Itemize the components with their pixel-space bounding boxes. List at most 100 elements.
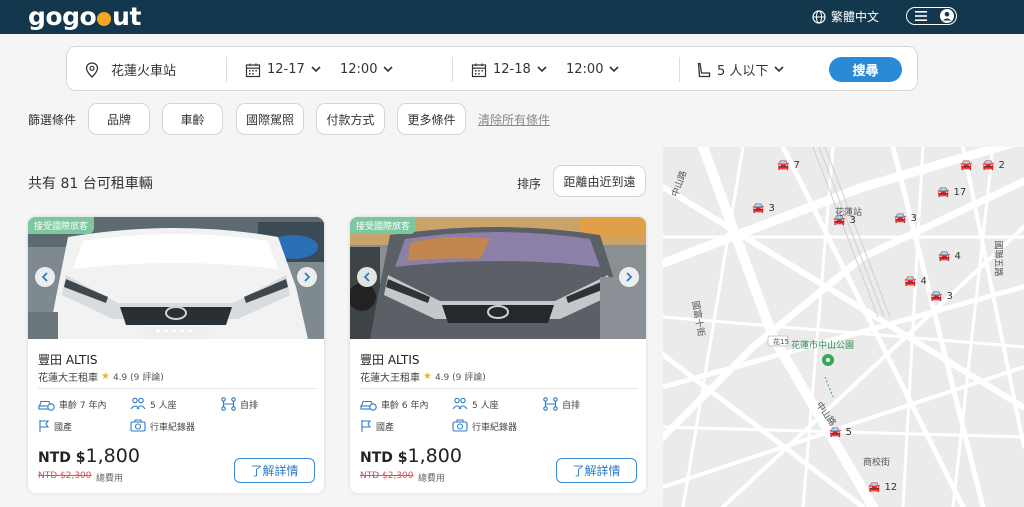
pickup-date-value: 12-17 bbox=[267, 62, 305, 77]
divider bbox=[226, 57, 227, 82]
next-photo-button[interactable] bbox=[297, 267, 317, 287]
return-time-field[interactable]: 12:00 bbox=[566, 47, 620, 92]
car-age-icon bbox=[38, 400, 55, 411]
account-menu-button[interactable] bbox=[906, 7, 957, 25]
divider bbox=[452, 57, 453, 82]
feature-age: 車齡 7 年內 bbox=[38, 397, 106, 411]
divider bbox=[679, 57, 680, 82]
filter-label: 篩選條件 bbox=[28, 112, 77, 127]
map-car-pin[interactable]: 🚘 3 bbox=[930, 289, 953, 304]
car-pin-icon: 🚘 bbox=[982, 160, 995, 171]
seat-icon bbox=[697, 62, 711, 77]
seats-field[interactable]: 5 人以下 bbox=[697, 47, 784, 92]
map-car-pin[interactable]: 🚘 3 bbox=[833, 213, 856, 228]
star-icon: ★ bbox=[423, 371, 432, 382]
map-car-pin[interactable]: 🚘 3 bbox=[894, 211, 917, 226]
chevron-down-icon bbox=[609, 66, 620, 73]
pickup-date-field[interactable]: 12-17 bbox=[245, 47, 321, 92]
top-navigation-bar: gogo ut 繁體中文 bbox=[0, 0, 1024, 34]
grey-car-illustration bbox=[350, 217, 646, 339]
chevron-down-icon bbox=[311, 66, 321, 73]
results-count: 共有 81 台可租車輛 bbox=[28, 176, 153, 192]
language-selector[interactable]: 繁體中文 bbox=[812, 8, 879, 25]
gogoout-logo[interactable]: gogo ut bbox=[28, 2, 141, 31]
next-photo-button[interactable] bbox=[619, 267, 639, 287]
car-pin-icon: 🚘 bbox=[904, 276, 917, 287]
shop-name[interactable]: 花蓮大王租車 bbox=[360, 369, 420, 384]
map-car-pin[interactable]: 🚘 17 bbox=[937, 185, 966, 200]
price: NTD $1,800 bbox=[360, 445, 462, 467]
map-car-pin[interactable]: 🚘 2 bbox=[982, 158, 1005, 173]
white-car-illustration bbox=[28, 217, 324, 339]
map-car-pin[interactable]: 🚘 4 bbox=[938, 249, 961, 264]
sort-dropdown[interactable]: 距離由近到遠 bbox=[553, 165, 646, 197]
feature-origin: 國產 bbox=[38, 419, 72, 433]
filter-age-button[interactable]: 車齡 bbox=[162, 103, 223, 135]
feature-recorder: 行車紀錄器 bbox=[452, 419, 517, 433]
filter-more-button[interactable]: 更多條件 bbox=[397, 103, 466, 135]
map-car-pin[interactable]: 🚘 12 bbox=[868, 480, 897, 495]
feature-age: 車齡 6 年內 bbox=[360, 397, 428, 411]
sort-label: 排序 bbox=[517, 177, 542, 191]
search-bar: 花蓮火車站 12-17 12:00 12-18 12:00 5 人以下 搜尋 bbox=[66, 46, 918, 91]
car-title: 豐田 ALTIS bbox=[38, 353, 98, 367]
car-photo[interactable]: 接受國際旅客 bbox=[350, 217, 646, 339]
filter-brand-button[interactable]: 品牌 bbox=[88, 103, 150, 135]
chevron-down-icon bbox=[774, 66, 784, 73]
star-icon: ★ bbox=[101, 371, 110, 382]
feature-seats: 5 人座 bbox=[130, 397, 177, 411]
filter-payment-button[interactable]: 付款方式 bbox=[316, 103, 385, 135]
car-pin-icon: 🚘 bbox=[894, 213, 907, 224]
seats-value: 5 人以下 bbox=[717, 64, 769, 79]
total-label: 總費用 bbox=[96, 474, 124, 484]
search-button[interactable]: 搜尋 bbox=[829, 57, 902, 82]
car-pin-icon: 🚘 bbox=[930, 291, 943, 302]
shop-name[interactable]: 花蓮大王租車 bbox=[38, 369, 98, 384]
gear-shift-icon bbox=[543, 397, 558, 411]
hamburger-icon bbox=[915, 11, 927, 21]
divider bbox=[38, 388, 316, 389]
return-date-field[interactable]: 12-18 bbox=[471, 47, 547, 92]
car-card[interactable]: 接受國際旅客 豐田 ALTIS 花蓮大王租車 ★ 4.9 (9 評論) 車齡 7… bbox=[28, 217, 324, 493]
flag-icon bbox=[39, 420, 50, 432]
view-details-button[interactable]: 了解詳情 bbox=[234, 458, 315, 483]
map-car-pin[interactable]: 🚘 7 bbox=[777, 158, 800, 173]
map-car-pin[interactable]: 🚘 5 bbox=[829, 425, 852, 440]
shop-info: 花蓮大王租車 ★ 4.9 (9 評論) bbox=[38, 369, 164, 384]
calendar-icon bbox=[471, 63, 487, 77]
road-label: 商校街 bbox=[863, 458, 891, 468]
feature-origin: 國產 bbox=[360, 419, 394, 433]
chevron-right-icon bbox=[304, 272, 311, 282]
chevron-right-icon bbox=[626, 272, 633, 282]
car-photo[interactable]: 接受國際旅客 bbox=[28, 217, 324, 339]
map-car-pin[interactable]: 🚘 3 bbox=[752, 201, 775, 216]
chevron-left-icon bbox=[363, 272, 370, 282]
map-car-pin[interactable]: 🚘 4 bbox=[904, 274, 927, 289]
shop-info: 花蓮大王租車 ★ 4.9 (9 評論) bbox=[360, 369, 486, 384]
calendar-icon bbox=[245, 63, 261, 77]
rating-text: 4.9 (9 評論) bbox=[434, 373, 486, 383]
filter-license-button[interactable]: 國際駕照 bbox=[236, 103, 304, 135]
chevron-down-icon bbox=[383, 66, 394, 73]
view-details-button[interactable]: 了解詳情 bbox=[556, 458, 637, 483]
car-title: 豐田 ALTIS bbox=[360, 353, 420, 367]
prev-photo-button[interactable] bbox=[35, 267, 55, 287]
dashcam-icon bbox=[130, 419, 146, 432]
car-pin-icon: 🚘 bbox=[829, 427, 842, 438]
location-field[interactable]: 花蓮火車站 bbox=[85, 47, 176, 92]
car-pin-icon: 🚘 bbox=[868, 482, 881, 493]
clear-filters-link[interactable]: 清除所有條件 bbox=[478, 111, 550, 128]
map-view[interactable]: 花15 花蓮站 花蓮市中山公園 中山路 商校街 中山路 國聯五路 國富十街 🚘 7… bbox=[663, 147, 1024, 507]
car-pin-icon: 🚘 bbox=[752, 203, 765, 214]
map-car-pin[interactable]: 🚘 bbox=[960, 158, 972, 173]
globe-icon bbox=[812, 9, 826, 24]
car-card[interactable]: 接受國際旅客 豐田 ALTIS 花蓮大王租車 ★ 4.9 (9 評論) 車齡 6… bbox=[350, 217, 646, 493]
gear-shift-icon bbox=[221, 397, 236, 411]
prev-photo-button[interactable] bbox=[357, 267, 377, 287]
flag-icon bbox=[361, 420, 372, 432]
original-price: NTD $2,300 bbox=[360, 471, 414, 481]
pickup-time-value: 12:00 bbox=[340, 62, 378, 77]
feature-transmission: 自排 bbox=[543, 397, 580, 411]
people-icon bbox=[130, 397, 146, 410]
pickup-time-field[interactable]: 12:00 bbox=[340, 47, 394, 92]
